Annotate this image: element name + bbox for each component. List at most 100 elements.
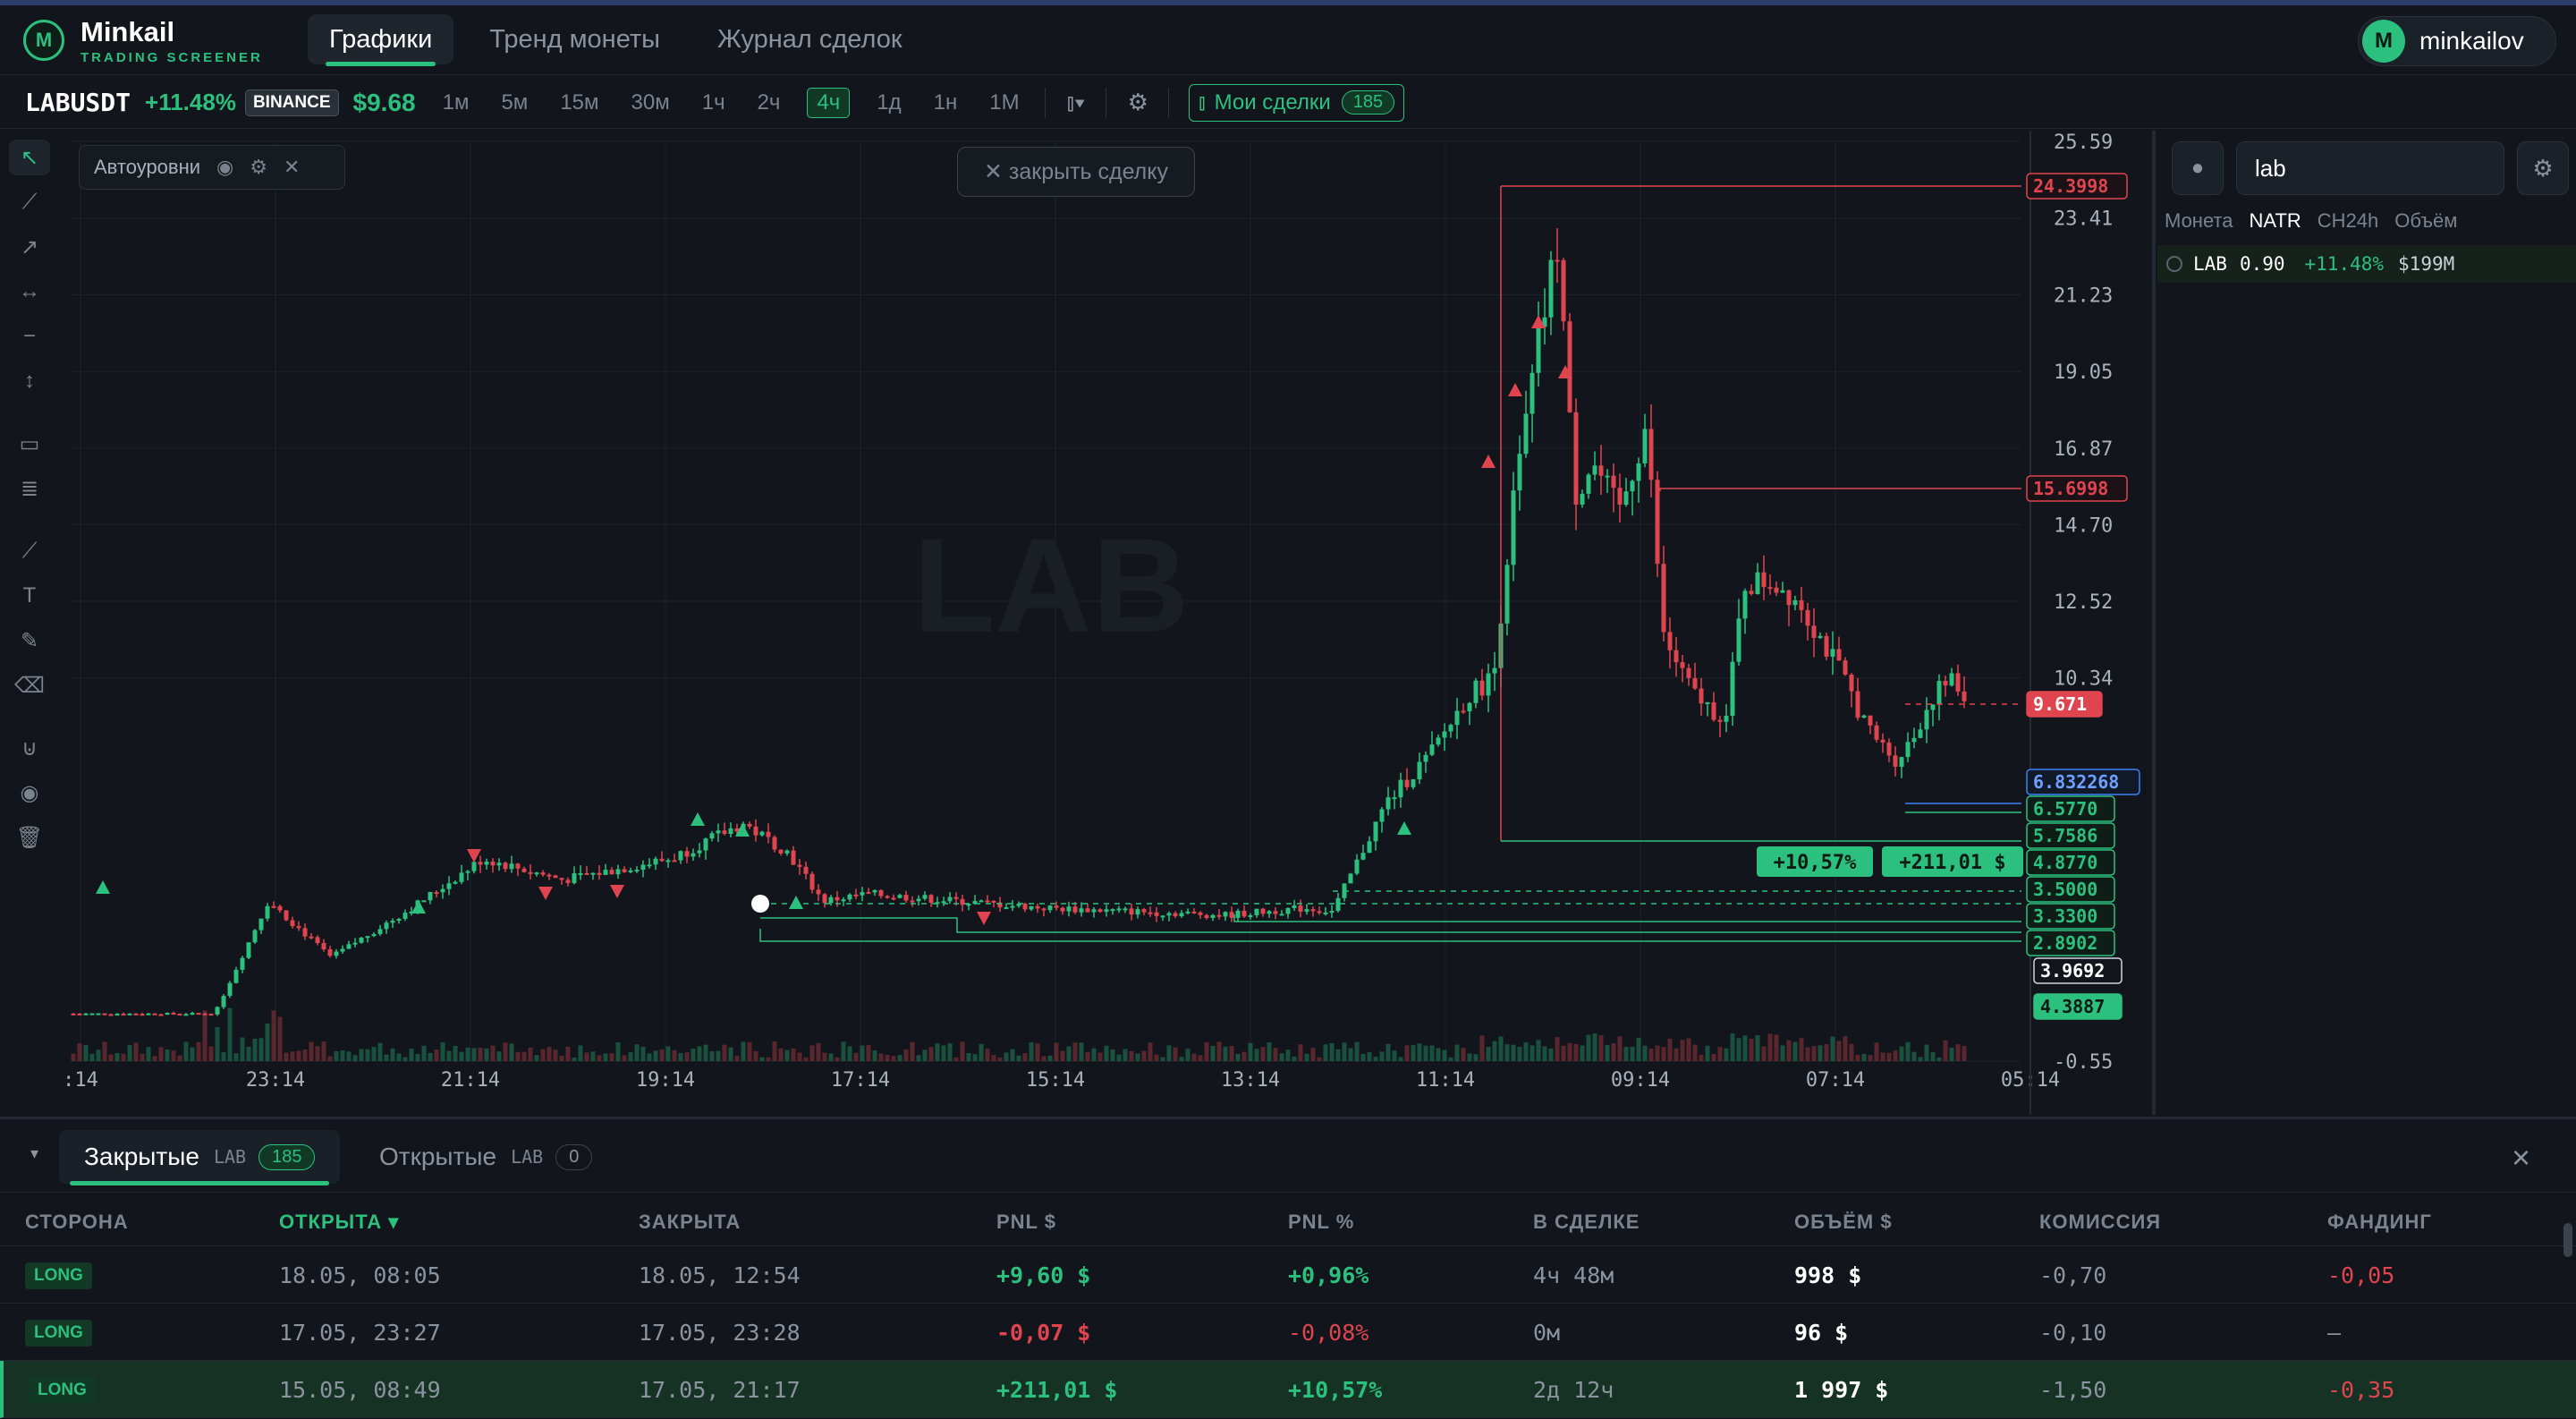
tab-open-trades[interactable]: Открытые LAB 0 (354, 1130, 617, 1184)
nav-tab-charts[interactable]: Графики (308, 14, 454, 66)
volume-bar (1110, 1049, 1115, 1061)
gear-icon[interactable]: ⚙ (250, 156, 267, 179)
timeframe-1h[interactable]: 1ч (697, 89, 731, 117)
candle-body (960, 898, 965, 905)
cell-pnl: -0,07 $ (996, 1320, 1091, 1346)
col-closed[interactable]: ЗАКРЫТА (639, 1211, 741, 1234)
volume-bar (691, 1049, 696, 1061)
coin-search-input[interactable] (2236, 141, 2504, 195)
text-tool-icon[interactable]: T (9, 578, 50, 614)
gear-icon[interactable]: ⚙ (2517, 141, 2569, 195)
volume-bar (979, 1043, 984, 1061)
volume-bar (521, 1051, 527, 1061)
chart-canvas[interactable]: LAB 25.59 23.41 21.23 19.05 16.87 14.70 12.52 10… (63, 131, 2147, 1115)
col-funding[interactable]: ФАНДИНГ (2327, 1211, 2432, 1234)
candle-body (246, 942, 251, 958)
rectangle-icon[interactable]: ▭ (9, 426, 50, 462)
volume-bar (885, 1054, 890, 1061)
settings-gear-icon[interactable]: ⚙ (1128, 89, 1148, 116)
cursor-icon[interactable]: ↖ (9, 140, 50, 175)
table-row[interactable]: LONG 18.05, 08:05 18.05, 12:54 +9,60 $ +… (0, 1246, 2576, 1304)
table-row[interactable]: LONG 17.05, 23:27 17.05, 23:28 -0,07 $ -… (0, 1304, 2576, 1361)
ruler-icon[interactable]: ⟋ (9, 533, 50, 569)
column-coin[interactable]: Монета (2165, 209, 2233, 233)
timeframe-1d[interactable]: 1д (871, 89, 906, 117)
fib-levels-icon[interactable]: ≣ (9, 471, 50, 506)
column-volume[interactable]: Объём (2394, 209, 2457, 233)
candle-body (1104, 909, 1109, 913)
nav-tab-trade-journal[interactable]: Журнал сделок (696, 14, 924, 64)
horizontal-ray-icon[interactable]: ↔ (9, 274, 50, 310)
timeframe-15m[interactable]: 15м (555, 89, 604, 117)
table-scrollbar[interactable] (2563, 1223, 2572, 1257)
volume-bar (359, 1049, 364, 1061)
volume-bar (1542, 1046, 1547, 1061)
filter-dot-icon[interactable]: ● (2172, 141, 2224, 195)
timeframe-1mo[interactable]: 1М (984, 89, 1024, 117)
col-fee[interactable]: КОМИССИЯ (2039, 1211, 2161, 1234)
trash-icon[interactable]: 🗑 (9, 820, 50, 855)
volume-bar (1179, 1057, 1184, 1061)
symbol-change: +11.48% (145, 89, 236, 115)
nav-tab-coin-trend[interactable]: Тренд монеты (468, 14, 682, 64)
eye-icon[interactable]: ◉ (9, 775, 50, 811)
volume-bar (1692, 1044, 1698, 1061)
row-select-radio[interactable] (2166, 256, 2182, 272)
trend-line-icon[interactable]: ⟋ (9, 184, 50, 220)
col-pnl-pct[interactable]: PNL % (1288, 1211, 1354, 1234)
volume-bar (478, 1048, 483, 1061)
table-row-selected[interactable]: LONG 15.05, 08:49 17.05, 21:17 +211,01 $… (0, 1361, 2576, 1418)
timeframe-5m[interactable]: 5м (496, 89, 533, 117)
candle-body (434, 892, 439, 895)
tab-closed-trades[interactable]: Закрытые LAB 185 (59, 1130, 341, 1185)
tab-label: Открытые (379, 1143, 497, 1170)
timeframe-4h[interactable]: 4ч (807, 87, 851, 118)
cell-opened: 15.05, 08:49 (279, 1377, 441, 1403)
timeframe-1w[interactable]: 1н (928, 89, 963, 117)
close-icon[interactable]: × (2512, 1139, 2530, 1177)
brand-logo-icon[interactable]: M (23, 20, 64, 61)
candle-body (947, 896, 953, 902)
column-ch24h[interactable]: CH24h (2318, 209, 2378, 233)
symbol-name[interactable]: LABUSDT (25, 88, 131, 117)
candle-body (1479, 680, 1485, 696)
timeframe-1m[interactable]: 1м (437, 89, 475, 117)
col-opened[interactable]: ОТКРЫТА ▾ (279, 1211, 399, 1234)
column-natr[interactable]: NATR (2250, 209, 2301, 233)
candle-body (1605, 475, 1610, 478)
volume-bar (1191, 1053, 1197, 1061)
brush-icon[interactable]: ✎ (9, 623, 50, 659)
volume-bar (1586, 1034, 1591, 1061)
collapse-caret-icon[interactable]: ▾ (30, 1144, 38, 1163)
price-tag-label: 4.3887 (2040, 996, 2105, 1017)
col-duration[interactable]: В СДЕЛКЕ (1533, 1211, 1640, 1234)
screener-row[interactable]: LAB 0.90 +11.48% $199M (2157, 245, 2576, 283)
horizontal-line-icon[interactable]: − (9, 319, 50, 354)
candle-type-icon[interactable]: ⫾▾ (1067, 89, 1086, 117)
volume-bar (1373, 1057, 1378, 1061)
close-trade-button[interactable]: ✕ закрыть сделку (957, 147, 1195, 197)
col-volume[interactable]: ОБЪЁМ $ (1794, 1211, 1893, 1234)
col-side[interactable]: СТОРОНА (25, 1211, 129, 1234)
price-chart[interactable]: LAB 25.59 23.41 21.23 19.05 16.87 14.70 12.52 10… (63, 131, 2147, 1115)
volume-bar (1467, 1053, 1472, 1061)
col-pnl[interactable]: PNL $ (996, 1211, 1056, 1234)
close-icon[interactable]: ✕ (284, 156, 300, 179)
my-trades-button[interactable]: ⫾ Мои сделки 185 (1188, 83, 1405, 122)
candle-body (1260, 908, 1266, 914)
volume-bar (196, 1041, 201, 1061)
volume-bar (1498, 1036, 1504, 1061)
candle-body (1555, 259, 1560, 262)
auto-levels-indicator[interactable]: Автоуровни ◉ ⚙ ✕ (79, 145, 345, 190)
volume-bar (1254, 1049, 1259, 1061)
vertical-line-icon[interactable]: ↕ (9, 363, 50, 399)
user-menu-button[interactable]: M minkailov (2358, 16, 2556, 66)
magnet-icon[interactable]: ⊍ (9, 730, 50, 766)
timeframe-2h[interactable]: 2ч (752, 89, 786, 117)
volume-bar (302, 1049, 308, 1061)
candle-body (1279, 913, 1284, 916)
ray-icon[interactable]: ↗ (9, 229, 50, 265)
timeframe-30m[interactable]: 30м (626, 89, 675, 117)
eye-icon[interactable]: ◉ (216, 156, 233, 179)
eraser-icon[interactable]: ⌫ (9, 667, 50, 703)
